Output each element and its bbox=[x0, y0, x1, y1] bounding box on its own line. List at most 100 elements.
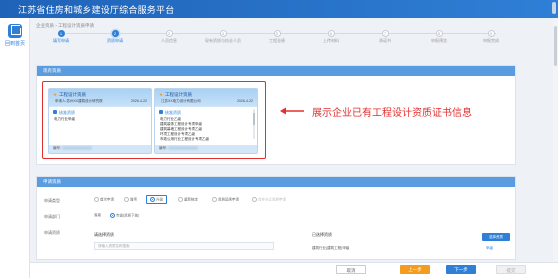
department-label: 申请部门 bbox=[44, 214, 60, 219]
progress-stepper: 1 填写申请 2 资质申请 3 人员信息 4 现有资质与执业人员 5 工程业绩 6 上传材料… bbox=[36, 30, 516, 52]
card-line: 市政公用行业工程设计专项乙级 bbox=[160, 137, 209, 141]
step-2[interactable]: 2 资质申请 bbox=[90, 30, 140, 44]
card-line: 电力行业甲级 bbox=[54, 117, 75, 121]
card-date: 2026-4-22 bbox=[237, 99, 253, 103]
step-9[interactable]: 9 申报完成 bbox=[466, 30, 516, 44]
radio-label: 省级 bbox=[94, 213, 101, 217]
radio-label: 合并分立资质申请 bbox=[258, 197, 286, 202]
step-dot: 8 bbox=[435, 30, 443, 37]
radio-provincial[interactable]: 省级 bbox=[94, 213, 101, 218]
prev-step-button[interactable]: 上一步 bbox=[400, 265, 430, 274]
step-label: 资质申请 bbox=[107, 38, 123, 43]
step-dot: 3 bbox=[165, 30, 173, 37]
card-body: 核准资质 电力行业甲级 bbox=[49, 107, 151, 145]
selected-item: 建筑行业(建筑工程)甲级 bbox=[312, 246, 350, 250]
card-title-text: 工程设计资质 bbox=[165, 92, 193, 97]
radio-add-item[interactable]: 增项 bbox=[124, 197, 137, 202]
card-footer: 编号: bbox=[159, 146, 198, 151]
step-4[interactable]: 4 现有资质与执业人员 bbox=[198, 30, 248, 44]
step-dot: 2 bbox=[111, 30, 119, 37]
step-dot: 4 bbox=[219, 30, 227, 37]
cancel-button[interactable]: 取消 bbox=[336, 265, 366, 274]
step-dot: 7 bbox=[381, 30, 389, 37]
card-company: 江苏XX电力设计有限公司 bbox=[161, 99, 201, 103]
qualification-card[interactable]: ★ 工程设计资质 申请人:苏州XX建筑设计研究院 2026-4-22 核准资质 电… bbox=[48, 88, 152, 154]
step-dot: 1 bbox=[57, 30, 65, 37]
card-scroll-thumb[interactable] bbox=[253, 113, 255, 125]
radio-label: 市级(资质下放) bbox=[116, 213, 140, 218]
card-section: 核准资质 bbox=[53, 110, 75, 116]
step-label: 申报完成 bbox=[483, 38, 499, 43]
radio-reassess[interactable]: 重新核定 bbox=[178, 197, 198, 202]
footer-bar bbox=[30, 262, 558, 278]
home-button[interactable]: 回到首页 bbox=[3, 24, 27, 47]
radio-icon bbox=[150, 197, 155, 202]
home-icon bbox=[8, 24, 22, 38]
radio-icon bbox=[252, 197, 257, 202]
radio-icon bbox=[212, 197, 217, 202]
radio-label: 升级 bbox=[156, 197, 163, 202]
step-label: 上传材料 bbox=[323, 38, 339, 43]
breadcrumb: 企业资质 › 工程设计资质申请 bbox=[36, 23, 94, 28]
card-scrollbar[interactable] bbox=[253, 109, 255, 139]
step-dot: 6 bbox=[327, 30, 335, 37]
radio-label: 重新核定 bbox=[184, 197, 198, 202]
grid-icon bbox=[53, 110, 57, 114]
star-icon: ★ bbox=[53, 92, 58, 97]
card-section-label: 核准资质 bbox=[59, 110, 75, 115]
radio-icon bbox=[178, 197, 183, 202]
sidebar: 回到首页 bbox=[0, 18, 30, 278]
radio-city[interactable]: 市级(资质下放) bbox=[110, 213, 139, 218]
card-date: 2026-4-22 bbox=[131, 99, 147, 103]
right-column-head: 已选择资质 bbox=[312, 232, 332, 237]
header-scroll-thumb bbox=[552, 2, 556, 14]
card-foot-label: 编号: bbox=[159, 146, 167, 150]
card-company: 申请人:苏州XX建筑设计研究院 bbox=[55, 99, 103, 103]
radio-icon bbox=[110, 213, 115, 218]
step-3[interactable]: 3 人员信息 bbox=[144, 30, 194, 44]
radio-icon bbox=[94, 197, 99, 202]
submit-button[interactable]: 提交 bbox=[496, 265, 526, 274]
card-foot-label: 编号: bbox=[53, 146, 61, 150]
annotation-arrow-icon bbox=[280, 107, 304, 115]
radio-label: 增项 bbox=[130, 197, 137, 202]
radio-upgrade[interactable]: 升级 bbox=[146, 195, 167, 205]
qualification-search-input[interactable]: 请输入资质名称搜索 bbox=[94, 242, 274, 250]
annotation-text: 展示企业已有工程设计资质证书信息 bbox=[312, 108, 472, 119]
step-label: 人员信息 bbox=[161, 38, 177, 43]
step-5[interactable]: 5 工程业绩 bbox=[252, 30, 302, 44]
radio-first-application[interactable]: 首次申请 bbox=[94, 197, 114, 202]
card-title: ★ 工程设计资质 bbox=[53, 92, 86, 98]
selected-item-tag: 甲级 bbox=[486, 246, 493, 250]
panel-header: 现有资质 bbox=[37, 66, 515, 76]
radio-merger[interactable]: 合并分立资质申请 bbox=[252, 197, 286, 202]
application-type-label: 申请类型 bbox=[44, 198, 60, 203]
card-body: 核准资质 电力行业乙级 建筑装饰工程设计专项甲级 建筑幕墙工程设计专项乙级 环境… bbox=[155, 107, 257, 145]
next-step-button[interactable]: 下一步 bbox=[446, 265, 476, 274]
step-label: 工程业绩 bbox=[269, 38, 285, 43]
card-section-label: 核准资质 bbox=[165, 110, 181, 115]
step-1[interactable]: 1 填写申请 bbox=[36, 30, 86, 44]
step-6[interactable]: 6 上传材料 bbox=[306, 30, 356, 44]
page-scrollbar[interactable] bbox=[553, 18, 558, 262]
radio-label: 首次申请 bbox=[100, 197, 114, 202]
grid-icon bbox=[159, 110, 163, 114]
radio-renewal[interactable]: 资质延续申请 bbox=[212, 197, 239, 202]
step-dot: 5 bbox=[273, 30, 281, 37]
select-qualification-button[interactable]: 选择资质 bbox=[482, 233, 510, 241]
redacted-value bbox=[61, 146, 92, 151]
app-title: 江苏省住房和城乡建设厅综合服务平台 bbox=[18, 5, 175, 15]
step-label: 现有资质与执业人员 bbox=[205, 38, 241, 43]
step-label: 填写申请 bbox=[53, 38, 69, 43]
step-8[interactable]: 8 申报预览 bbox=[414, 30, 464, 44]
left-column-head: 请选择资质 bbox=[94, 232, 114, 237]
page-scroll-thumb[interactable] bbox=[554, 26, 557, 66]
qualification-card[interactable]: ★ 工程设计资质 江苏XX电力设计有限公司 2026-4-22 核准资质 电力行业… bbox=[154, 88, 258, 154]
home-label: 回到首页 bbox=[4, 41, 25, 47]
step-dot: 9 bbox=[487, 30, 495, 37]
apply-qualification-label: 申请资质 bbox=[44, 230, 60, 235]
step-label: 申报预览 bbox=[431, 38, 447, 43]
app-header: 江苏省住房和城乡建设厅综合服务平台 bbox=[0, 0, 558, 18]
step-7[interactable]: 7 承诺书 bbox=[360, 30, 410, 44]
card-title-text: 工程设计资质 bbox=[59, 92, 87, 97]
